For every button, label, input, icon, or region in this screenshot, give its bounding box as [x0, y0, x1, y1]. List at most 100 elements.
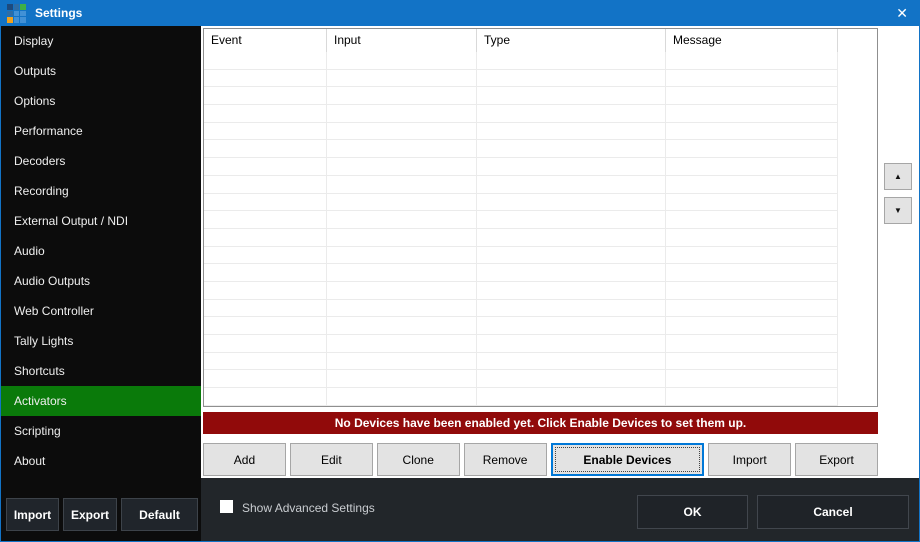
table-row[interactable] [204, 353, 877, 371]
export-button[interactable]: Export [795, 443, 878, 476]
table-cell-filler [838, 52, 877, 70]
table-cell [327, 353, 477, 371]
sidebar-export-button[interactable]: Export [63, 498, 117, 531]
table-row[interactable] [204, 194, 877, 212]
table-cell [204, 123, 327, 141]
table-row[interactable] [204, 211, 877, 229]
logo-square [14, 4, 20, 10]
add-button[interactable]: Add [203, 443, 286, 476]
enable-devices-button[interactable]: Enable Devices [551, 443, 705, 476]
table-cell [666, 87, 838, 105]
logo-square [14, 17, 20, 23]
table-row[interactable] [204, 123, 877, 141]
sidebar-item-recording[interactable]: Recording [1, 176, 201, 206]
table-cell [477, 158, 666, 176]
table-row[interactable] [204, 264, 877, 282]
no-devices-banner: No Devices have been enabled yet. Click … [203, 412, 878, 434]
table-row[interactable] [204, 247, 877, 265]
table-cell-filler [838, 317, 877, 335]
table-cell [327, 211, 477, 229]
sidebar-item-external-output-ndi[interactable]: External Output / NDI [1, 206, 201, 236]
table-row[interactable] [204, 176, 877, 194]
sidebar-import-button[interactable]: Import [6, 498, 59, 531]
sidebar-item-tally-lights[interactable]: Tally Lights [1, 326, 201, 356]
table-cell-filler [838, 353, 877, 371]
table-cell [204, 370, 327, 388]
sidebar-item-activators[interactable]: Activators [1, 386, 201, 416]
table-cell-filler [838, 388, 877, 406]
table-cell-filler [838, 282, 877, 300]
edit-button[interactable]: Edit [290, 443, 373, 476]
table-cell [327, 70, 477, 88]
sidebar-item-audio-outputs[interactable]: Audio Outputs [1, 266, 201, 296]
sidebar-item-scripting[interactable]: Scripting [1, 416, 201, 446]
column-header-type[interactable]: Type [477, 29, 666, 52]
table-cell [477, 123, 666, 141]
sidebar-item-web-controller[interactable]: Web Controller [1, 296, 201, 326]
table-cell-filler [838, 194, 877, 212]
move-up-button[interactable]: ▲ [884, 163, 912, 190]
table-header: EventInputTypeMessage [204, 29, 877, 52]
table-row[interactable] [204, 370, 877, 388]
table-row[interactable] [204, 282, 877, 300]
cancel-button[interactable]: Cancel [757, 495, 909, 529]
table-cell [327, 300, 477, 318]
sidebar-item-performance[interactable]: Performance [1, 116, 201, 146]
sidebar-default-button[interactable]: Default [121, 498, 198, 531]
logo-square [7, 4, 13, 10]
table-row[interactable] [204, 335, 877, 353]
table-cell [666, 370, 838, 388]
sidebar-item-options[interactable]: Options [1, 86, 201, 116]
sidebar: DisplayOutputsOptionsPerformanceDecoders… [1, 26, 201, 541]
sidebar-item-shortcuts[interactable]: Shortcuts [1, 356, 201, 386]
table-cell-filler [838, 105, 877, 123]
ok-button[interactable]: OK [637, 495, 748, 529]
table-cell [477, 300, 666, 318]
table-cell [666, 211, 838, 229]
table-cell [477, 335, 666, 353]
sidebar-item-display[interactable]: Display [1, 26, 201, 56]
table-row[interactable] [204, 70, 877, 88]
table-cell [666, 282, 838, 300]
table-cell [204, 211, 327, 229]
table-row[interactable] [204, 87, 877, 105]
table-cell [327, 370, 477, 388]
table-row[interactable] [204, 158, 877, 176]
settings-window: Settings ✕ DisplayOutputsOptionsPerforma… [0, 0, 920, 542]
sidebar-item-audio[interactable]: Audio [1, 236, 201, 266]
clone-button[interactable]: Clone [377, 443, 460, 476]
table-row[interactable] [204, 300, 877, 318]
table-cell [327, 105, 477, 123]
table-cell [327, 176, 477, 194]
table-row[interactable] [204, 317, 877, 335]
import-button[interactable]: Import [708, 443, 791, 476]
table-row[interactable] [204, 229, 877, 247]
table-row[interactable] [204, 105, 877, 123]
action-buttons: AddEditCloneRemoveEnable DevicesImportEx… [203, 443, 878, 476]
remove-button[interactable]: Remove [464, 443, 547, 476]
table-cell [204, 335, 327, 353]
table-cell [204, 87, 327, 105]
sidebar-item-about[interactable]: About [1, 446, 201, 476]
table-cell [477, 176, 666, 194]
table-row[interactable] [204, 388, 877, 406]
show-advanced-checkbox[interactable] [220, 500, 233, 513]
table-cell [477, 247, 666, 265]
sidebar-item-decoders[interactable]: Decoders [1, 146, 201, 176]
column-header-input[interactable]: Input [327, 29, 477, 52]
table-row[interactable] [204, 140, 877, 158]
table-cell-filler [838, 123, 877, 141]
table-cell [327, 317, 477, 335]
table-cell [204, 70, 327, 88]
table-cell [327, 194, 477, 212]
close-icon[interactable]: ✕ [896, 4, 908, 22]
table-cell [666, 317, 838, 335]
table-row[interactable] [204, 52, 877, 70]
footer-bar: Show Advanced Settings OK Cancel [201, 478, 919, 541]
activators-table[interactable]: EventInputTypeMessage [203, 28, 878, 407]
move-down-button[interactable]: ▼ [884, 197, 912, 224]
column-header-event[interactable]: Event [204, 29, 327, 52]
sidebar-item-outputs[interactable]: Outputs [1, 56, 201, 86]
column-header-message[interactable]: Message [666, 29, 838, 52]
table-cell [204, 140, 327, 158]
